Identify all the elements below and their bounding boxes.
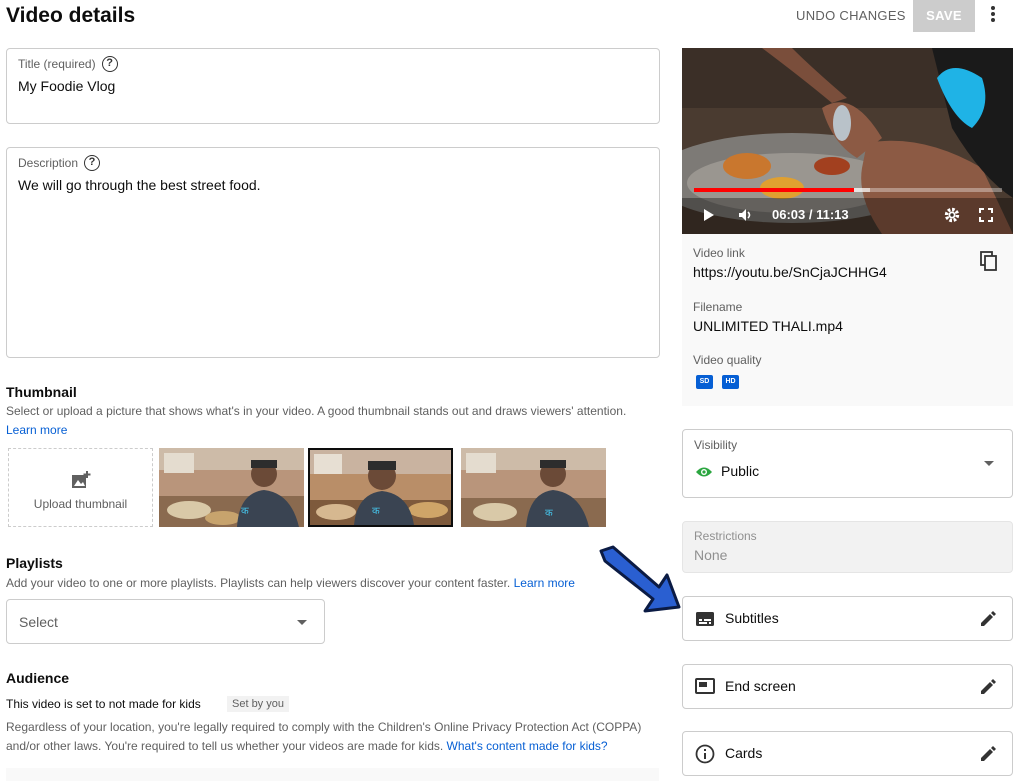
- subtitles-icon: [696, 612, 714, 626]
- visibility-value: Public: [721, 463, 760, 479]
- annotation-arrow-icon: [599, 545, 681, 613]
- page-title: Video details: [6, 4, 136, 27]
- thumbnail-image: क: [310, 450, 451, 525]
- header: Video details UNDO CHANGES SAVE: [0, 0, 1024, 36]
- eye-icon: [696, 467, 712, 477]
- audience-description: Regardless of your location, you're lega…: [6, 718, 656, 756]
- audience-options-placeholder: [6, 768, 659, 781]
- video-link-url[interactable]: https://youtu.be/SnCjaJCHHG4: [693, 264, 887, 280]
- thumbnail-option[interactable]: क: [461, 448, 606, 527]
- title-label-text: Title (required): [18, 57, 96, 71]
- sd-badge: SD: [696, 375, 713, 389]
- add-photo-icon: [71, 471, 90, 488]
- set-by-you-chip: Set by you: [227, 696, 289, 712]
- thumbnail-title: Thumbnail: [6, 384, 77, 400]
- playlists-title: Playlists: [6, 555, 63, 571]
- title-field[interactable]: Title (required) ? My Foodie Vlog: [6, 48, 660, 124]
- audience-title: Audience: [6, 670, 70, 686]
- filename-value: UNLIMITED THALI.mp4: [693, 318, 843, 334]
- fullscreen-icon[interactable]: [979, 208, 993, 222]
- edit-pencil-icon[interactable]: [979, 610, 997, 628]
- thumbnail-image: क: [159, 448, 304, 527]
- description-field-label: Description ?: [18, 155, 101, 171]
- end-screen-icon: [695, 678, 715, 694]
- restrictions-label: Restrictions: [694, 529, 757, 543]
- restrictions-box: Restrictions None: [682, 521, 1013, 573]
- volume-icon[interactable]: [738, 208, 754, 222]
- cards-row[interactable]: Cards: [682, 731, 1013, 776]
- upload-thumbnail-button[interactable]: Upload thumbnail: [8, 448, 153, 527]
- visibility-select[interactable]: Visibility Public: [682, 429, 1013, 498]
- playlists-description: Add your video to one or more playlists.…: [6, 574, 666, 593]
- restrictions-value: None: [694, 547, 728, 563]
- settings-gear-icon[interactable]: [944, 207, 960, 223]
- title-field-label: Title (required) ?: [18, 56, 118, 72]
- cards-label: Cards: [725, 745, 763, 761]
- visibility-label: Visibility: [694, 438, 738, 452]
- audience-status: This video is set to not made for kids: [6, 697, 201, 711]
- edit-pencil-icon[interactable]: [979, 745, 997, 763]
- thumbnail-option[interactable]: क: [159, 448, 304, 527]
- end-screen-row[interactable]: End screen: [682, 664, 1013, 709]
- undo-changes-button[interactable]: UNDO CHANGES: [788, 0, 914, 32]
- dropdown-caret-icon: [984, 461, 994, 466]
- svg-text:क: क: [545, 508, 553, 519]
- video-link-label: Video link: [693, 246, 745, 260]
- playlist-select[interactable]: Select: [6, 599, 325, 644]
- thumbnail-learn-more-link[interactable]: Learn more: [6, 423, 67, 437]
- description-label-text: Description: [18, 156, 79, 170]
- svg-text:क: क: [241, 506, 249, 517]
- hd-badge: HD: [722, 375, 739, 389]
- video-quality-label: Video quality: [693, 353, 762, 367]
- edit-pencil-icon[interactable]: [979, 678, 997, 696]
- playlists-learn-more-link[interactable]: Learn more: [514, 576, 575, 590]
- thumbnail-option-selected[interactable]: क: [308, 448, 453, 527]
- more-vert-icon[interactable]: [983, 5, 1003, 27]
- made-for-kids-link[interactable]: What's content made for kids?: [447, 739, 608, 753]
- video-preview-panel: 06:03 / 11:13 Video link https://youtu.b…: [682, 48, 1013, 406]
- playlists-description-text: Add your video to one or more playlists.…: [6, 576, 511, 590]
- playlist-select-value: Select: [19, 614, 58, 630]
- thumbnail-description: Select or upload a picture that shows wh…: [6, 402, 666, 440]
- description-field[interactable]: Description ? We will go through the bes…: [6, 147, 660, 358]
- end-screen-label: End screen: [725, 678, 796, 694]
- progress-played: [694, 188, 855, 192]
- subtitles-row[interactable]: Subtitles: [682, 596, 1013, 641]
- progress-track[interactable]: [694, 188, 1002, 192]
- svg-text:क: क: [372, 506, 380, 517]
- video-time: 06:03 / 11:13: [772, 207, 849, 222]
- video-player[interactable]: 06:03 / 11:13: [682, 48, 1013, 234]
- dropdown-caret-icon: [297, 620, 307, 625]
- filename-label: Filename: [693, 300, 743, 314]
- description-input[interactable]: We will go through the best street food.: [18, 177, 261, 193]
- thumbnail-description-text: Select or upload a picture that shows wh…: [6, 404, 627, 418]
- upload-thumbnail-label: Upload thumbnail: [33, 497, 128, 511]
- subtitles-label: Subtitles: [725, 610, 779, 626]
- save-button[interactable]: SAVE: [913, 0, 975, 32]
- help-icon[interactable]: ?: [84, 155, 101, 171]
- help-icon[interactable]: ?: [101, 56, 118, 72]
- info-icon: [695, 744, 715, 764]
- play-icon[interactable]: [703, 208, 715, 222]
- copy-icon[interactable]: [980, 251, 998, 271]
- title-input[interactable]: My Foodie Vlog: [18, 78, 115, 94]
- thumbnail-image: क: [461, 448, 606, 527]
